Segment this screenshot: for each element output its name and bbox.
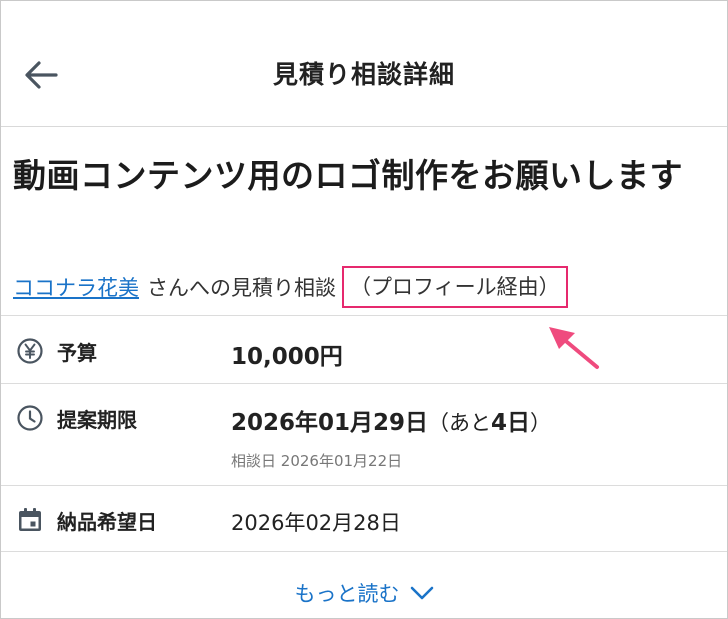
divider [1,315,727,316]
request-source: ココナラ花美 さんへの見積り相談 （プロフィール経由） [13,266,568,308]
clock-icon [15,403,45,433]
read-more-button[interactable]: もっと読む [1,573,727,613]
read-more-label: もっと読む [294,582,400,606]
screen: 見積り相談詳細 動画コンテンツ用のロゴ制作をお願いします ココナラ花美 さんへの… [0,0,728,619]
budget-label: 予算 [15,336,97,366]
request-title: 動画コンテンツ用のロゴ制作をお願いします [13,156,683,195]
remaining-days: 4日 [491,410,531,436]
remaining-prefix: （あと [428,411,492,435]
deadline-date: 2026年01月29日 [231,410,429,436]
via-profile-highlight: （プロフィール経由） [342,266,568,308]
delivery-value: 2026年02月28日 [231,511,401,535]
yen-icon [15,336,45,366]
consult-date-label: 相談日 [231,452,277,470]
consult-date-value: 2026年01月22日 [280,452,403,470]
app-header: 見積り相談詳細 [1,1,727,127]
page-title: 見積り相談詳細 [272,60,455,89]
seller-link[interactable]: ココナラ花美 [13,272,139,302]
divider [1,551,727,552]
divider [1,383,727,384]
calendar-icon [15,505,45,535]
deadline-label: 提案期限 [15,403,137,433]
pointer-arrow-icon [541,319,603,375]
budget-value: 10,000円 [231,344,343,370]
divider [1,485,727,486]
budget-label-text: 予算 [57,340,97,365]
request-source-text: さんへの見積り相談 [147,276,336,300]
remaining-suffix: ） [530,411,552,435]
consult-date: 相談日 2026年01月22日 [231,450,402,471]
delivery-label-text: 納品希望日 [57,509,157,534]
deadline-label-text: 提案期限 [57,407,137,432]
deadline-value: 2026年01月29日（あと4日） [231,403,551,437]
chevron-down-icon [410,585,434,601]
delivery-label: 納品希望日 [15,505,157,535]
